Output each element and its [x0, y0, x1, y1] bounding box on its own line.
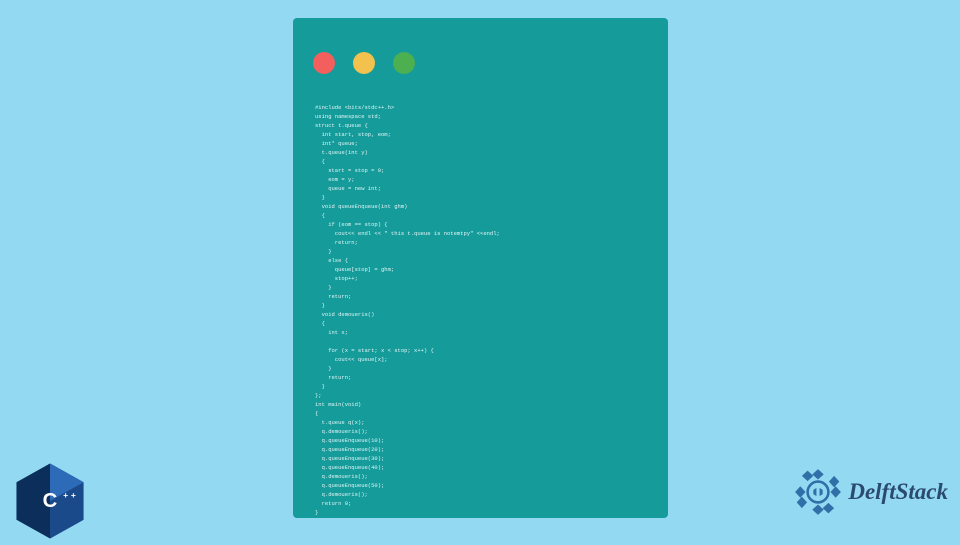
code-content: #include <bits/stdc++.h> using namespace…	[315, 103, 646, 517]
svg-text:+: +	[71, 490, 76, 500]
delftstack-brand: DelftStack	[792, 466, 948, 518]
delftstack-logo-icon	[792, 466, 844, 518]
maximize-icon	[393, 52, 415, 74]
code-window: #include <bits/stdc++.h> using namespace…	[293, 18, 668, 518]
close-icon	[313, 52, 335, 74]
minimize-icon	[353, 52, 375, 74]
svg-text:+: +	[63, 490, 68, 500]
cpp-badge-icon: C + +	[11, 462, 89, 540]
svg-text:C: C	[43, 490, 58, 512]
window-controls	[313, 52, 415, 74]
delftstack-brand-text: DelftStack	[848, 479, 948, 505]
